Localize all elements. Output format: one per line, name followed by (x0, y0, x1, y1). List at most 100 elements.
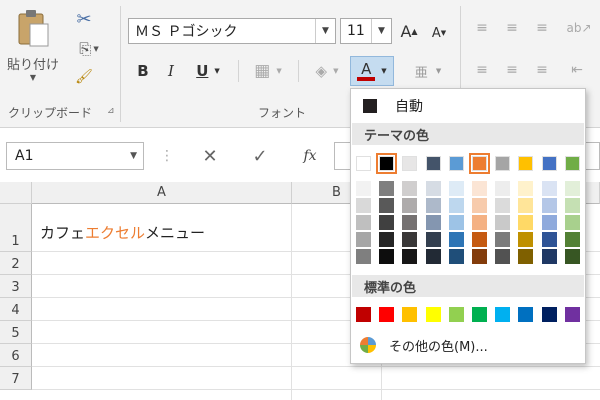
align-bottom-button[interactable]: ≡ (530, 18, 554, 38)
theme-color-swatch[interactable] (425, 156, 441, 171)
theme-shade-swatch[interactable] (564, 198, 580, 213)
theme-shade-swatch[interactable] (541, 249, 557, 264)
theme-shade-swatch[interactable] (495, 198, 511, 213)
theme-shade-swatch[interactable] (425, 198, 441, 213)
theme-shade-swatch[interactable] (518, 232, 534, 247)
row-header[interactable]: 1 (0, 204, 32, 252)
theme-color-swatch[interactable] (495, 156, 511, 171)
row-header[interactable]: 2 (0, 252, 32, 275)
row-header[interactable]: 6 (0, 344, 32, 367)
enter-button[interactable]: ✓ (246, 144, 274, 168)
font-name-combo[interactable]: ＭＳ Ｐゴシック ▼ (128, 18, 336, 44)
shrink-font-button[interactable]: A ▼ (428, 22, 450, 44)
theme-shade-swatch[interactable] (356, 249, 371, 264)
align-center-button[interactable]: ≡ (500, 60, 524, 80)
theme-shade-swatch[interactable] (564, 215, 580, 230)
paste-button[interactable]: 貼り付け ▼ (7, 8, 59, 88)
borders-button[interactable]: ▦ ▼ (246, 60, 290, 82)
theme-shade-swatch[interactable] (402, 181, 418, 196)
name-box[interactable]: A1 ▼ (6, 142, 144, 170)
theme-color-swatch[interactable] (376, 153, 398, 174)
theme-shade-swatch[interactable] (541, 181, 557, 196)
theme-shade-swatch[interactable] (356, 215, 371, 230)
row-header[interactable]: 3 (0, 275, 32, 298)
theme-shade-swatch[interactable] (448, 181, 464, 196)
copy-button[interactable]: ⎘ ▼ (72, 38, 106, 60)
chevron-down-icon[interactable]: ▼ (315, 19, 335, 43)
underline-button[interactable]: U ▼ (188, 60, 228, 82)
theme-shade-swatch[interactable] (448, 215, 464, 230)
select-all-corner[interactable] (0, 182, 32, 204)
theme-shade-swatch[interactable] (356, 198, 371, 213)
cut-button[interactable]: ✂ (72, 8, 96, 30)
theme-shade-swatch[interactable] (541, 215, 557, 230)
font-size-combo[interactable]: 11 ▼ (340, 18, 392, 44)
theme-shade-swatch[interactable] (472, 215, 487, 230)
theme-shade-swatch[interactable] (564, 232, 580, 247)
theme-shade-swatch[interactable] (379, 181, 395, 196)
chevron-down-icon[interactable]: ▼ (214, 67, 219, 75)
theme-shade-swatch[interactable] (402, 249, 418, 264)
fill-color-button[interactable]: ◈ ▼ (306, 58, 348, 84)
automatic-color-item[interactable]: 自動 (357, 95, 579, 117)
theme-shade-swatch[interactable] (425, 215, 441, 230)
italic-button[interactable]: I (160, 60, 182, 82)
theme-shade-swatch[interactable] (564, 249, 580, 264)
column-header-a[interactable]: A (32, 182, 292, 204)
theme-shade-swatch[interactable] (379, 232, 395, 247)
dialog-launcher-icon[interactable]: ⊿ (107, 106, 115, 116)
theme-shade-swatch[interactable] (564, 181, 580, 196)
theme-shade-swatch[interactable] (495, 181, 511, 196)
cell-a1[interactable]: カフェエクセルメニュー (40, 222, 205, 243)
grow-font-button[interactable]: A ▲ (398, 20, 420, 42)
theme-shade-swatch[interactable] (448, 249, 464, 264)
theme-shade-swatch[interactable] (402, 232, 418, 247)
align-top-button[interactable]: ≡ (470, 18, 494, 38)
theme-shade-swatch[interactable] (495, 215, 511, 230)
theme-shade-swatch[interactable] (448, 232, 464, 247)
theme-shade-swatch[interactable] (425, 249, 441, 264)
chevron-down-icon[interactable]: ▼ (371, 19, 391, 43)
align-right-button[interactable]: ≡ (530, 60, 554, 80)
theme-color-swatch[interactable] (541, 156, 557, 171)
theme-shade-swatch[interactable] (425, 232, 441, 247)
standard-color-swatch[interactable] (356, 307, 371, 322)
chevron-down-icon[interactable]: ▼ (130, 151, 137, 161)
bold-button[interactable]: B (132, 60, 154, 82)
theme-shade-swatch[interactable] (495, 249, 511, 264)
theme-color-swatch[interactable] (448, 156, 464, 171)
theme-shade-swatch[interactable] (518, 215, 534, 230)
align-middle-button[interactable]: ≡ (500, 18, 524, 38)
insert-function-button[interactable]: fx (296, 144, 324, 168)
standard-color-swatch[interactable] (564, 307, 580, 322)
theme-shade-swatch[interactable] (356, 232, 371, 247)
standard-color-swatch[interactable] (425, 307, 441, 322)
row-header[interactable]: 5 (0, 321, 32, 344)
theme-shade-swatch[interactable] (495, 232, 511, 247)
theme-shade-swatch[interactable] (402, 215, 418, 230)
theme-shade-swatch[interactable] (379, 249, 395, 264)
decrease-indent-button[interactable]: ⇤ (562, 60, 592, 80)
row-header[interactable]: 7 (0, 367, 32, 390)
theme-color-swatch[interactable] (402, 156, 418, 171)
standard-color-swatch[interactable] (541, 307, 557, 322)
theme-shade-swatch[interactable] (472, 198, 487, 213)
furigana-button[interactable]: 亜 ▼ (408, 60, 448, 82)
row-header[interactable]: 4 (0, 298, 32, 321)
theme-color-swatch[interactable] (356, 156, 371, 171)
theme-shade-swatch[interactable] (518, 181, 534, 196)
theme-shade-swatch[interactable] (356, 181, 371, 196)
theme-color-swatch[interactable] (518, 156, 534, 171)
theme-shade-swatch[interactable] (472, 232, 487, 247)
theme-shade-swatch[interactable] (541, 198, 557, 213)
standard-color-swatch[interactable] (518, 307, 534, 322)
orientation-button[interactable]: ab↗ (562, 18, 596, 38)
format-painter-button[interactable]: 🖌 (72, 66, 96, 88)
theme-shade-swatch[interactable] (402, 198, 418, 213)
more-colors-item[interactable]: その他の色(M)... (357, 333, 579, 357)
theme-shade-swatch[interactable] (518, 198, 534, 213)
theme-shade-swatch[interactable] (518, 249, 534, 264)
theme-shade-swatch[interactable] (472, 181, 487, 196)
standard-color-swatch[interactable] (472, 307, 487, 322)
standard-color-swatch[interactable] (495, 307, 511, 322)
